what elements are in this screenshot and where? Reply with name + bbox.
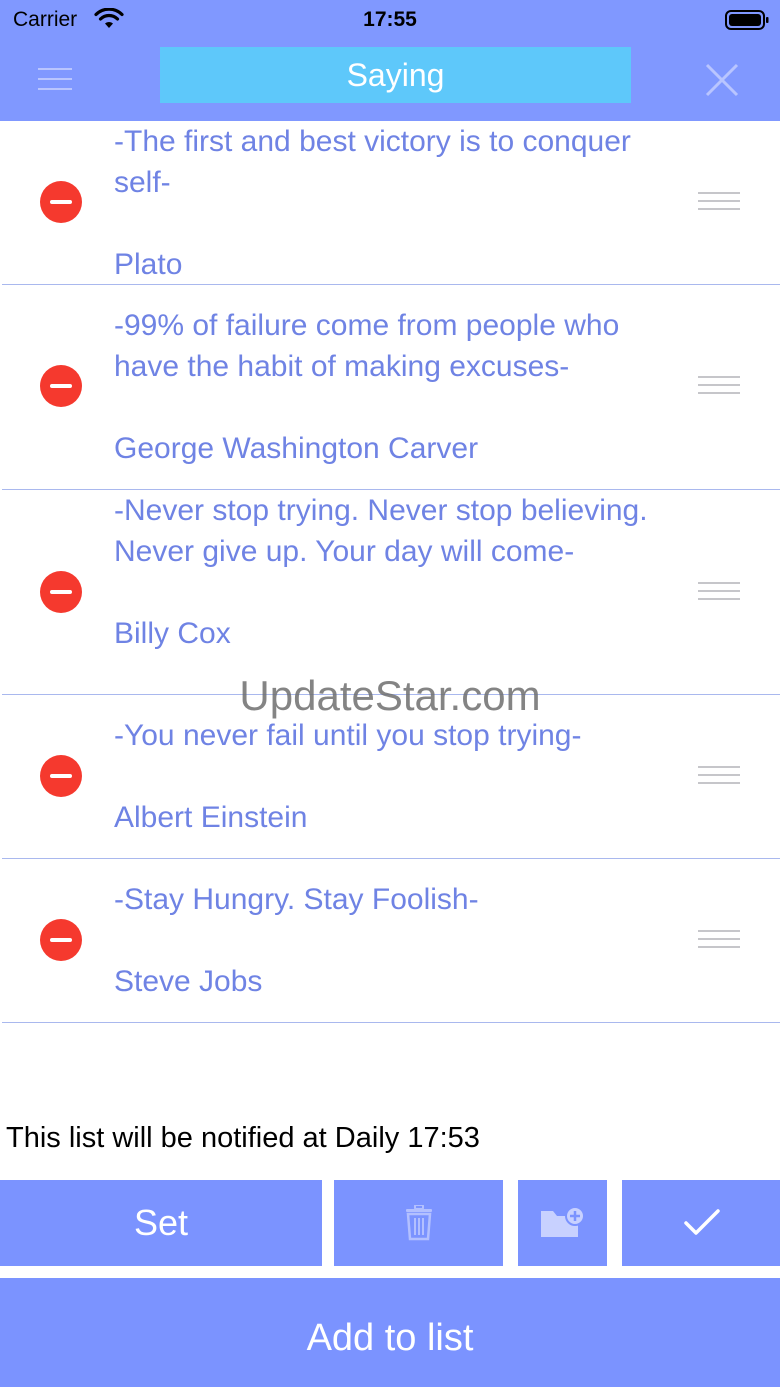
clock-time: 17:55 xyxy=(363,8,417,31)
delete-list-button[interactable] xyxy=(334,1180,503,1266)
add-folder-button[interactable] xyxy=(518,1180,607,1266)
reorder-handle-icon[interactable] xyxy=(698,376,740,398)
close-icon[interactable] xyxy=(700,58,744,102)
author-text: George Washington Carver xyxy=(114,432,479,465)
delete-row-icon[interactable] xyxy=(40,755,82,797)
quote-text: -The first and best victory is to conque… xyxy=(114,125,631,199)
reorder-handle-icon[interactable] xyxy=(698,766,740,788)
author-text: Plato xyxy=(114,248,183,281)
quote-text: -99% of failure come from people who hav… xyxy=(114,309,620,383)
list-item[interactable]: -Stay Hungry. Stay Foolish- Steve Jobs xyxy=(2,859,780,1023)
list-item[interactable]: -Never stop trying. Never stop believing… xyxy=(2,490,780,695)
reorder-handle-icon[interactable] xyxy=(698,930,740,952)
battery-icon xyxy=(725,10,769,30)
saying-list: -The first and best victory is to conque… xyxy=(0,121,780,1023)
reorder-handle-icon[interactable] xyxy=(698,192,740,214)
saying-text: -You never fail until you stop trying- A… xyxy=(114,715,684,838)
author-text: Steve Jobs xyxy=(114,965,263,998)
reorder-handle-icon[interactable] xyxy=(698,582,740,604)
quote-text: -You never fail until you stop trying- xyxy=(114,719,582,752)
page-title: Saying xyxy=(160,47,631,103)
quote-text: -Stay Hungry. Stay Foolish- xyxy=(114,883,479,916)
saying-text: -Never stop trying. Never stop believing… xyxy=(114,490,684,654)
list-item[interactable]: -The first and best victory is to conque… xyxy=(2,121,780,285)
delete-row-icon[interactable] xyxy=(40,919,82,961)
notification-schedule-text: This list will be notified at Daily 17:5… xyxy=(6,1122,480,1154)
delete-row-icon[interactable] xyxy=(40,365,82,407)
delete-row-icon[interactable] xyxy=(40,181,82,223)
hamburger-icon[interactable] xyxy=(36,64,74,94)
saying-text: -The first and best victory is to conque… xyxy=(114,121,684,285)
quote-text: -Never stop trying. Never stop believing… xyxy=(114,494,648,568)
confirm-button[interactable] xyxy=(622,1180,780,1266)
checkmark-icon xyxy=(684,1209,720,1235)
folder-add-icon xyxy=(541,1206,585,1237)
author-text: Albert Einstein xyxy=(114,801,308,834)
add-to-list-button[interactable]: Add to list xyxy=(0,1278,780,1387)
set-button[interactable]: Set xyxy=(0,1180,322,1266)
status-bar: Carrier 17:55 xyxy=(0,0,780,40)
author-text: Billy Cox xyxy=(114,617,231,650)
trash-icon xyxy=(406,1205,432,1241)
list-item[interactable]: -99% of failure come from people who hav… xyxy=(2,285,780,490)
delete-row-icon[interactable] xyxy=(40,571,82,613)
saying-text: -99% of failure come from people who hav… xyxy=(114,305,684,469)
saying-text: -Stay Hungry. Stay Foolish- Steve Jobs xyxy=(114,879,684,1002)
navigation-header: Carrier 17:55 Saying xyxy=(0,0,780,121)
watermark-text: UpdateStar.com xyxy=(239,672,541,719)
